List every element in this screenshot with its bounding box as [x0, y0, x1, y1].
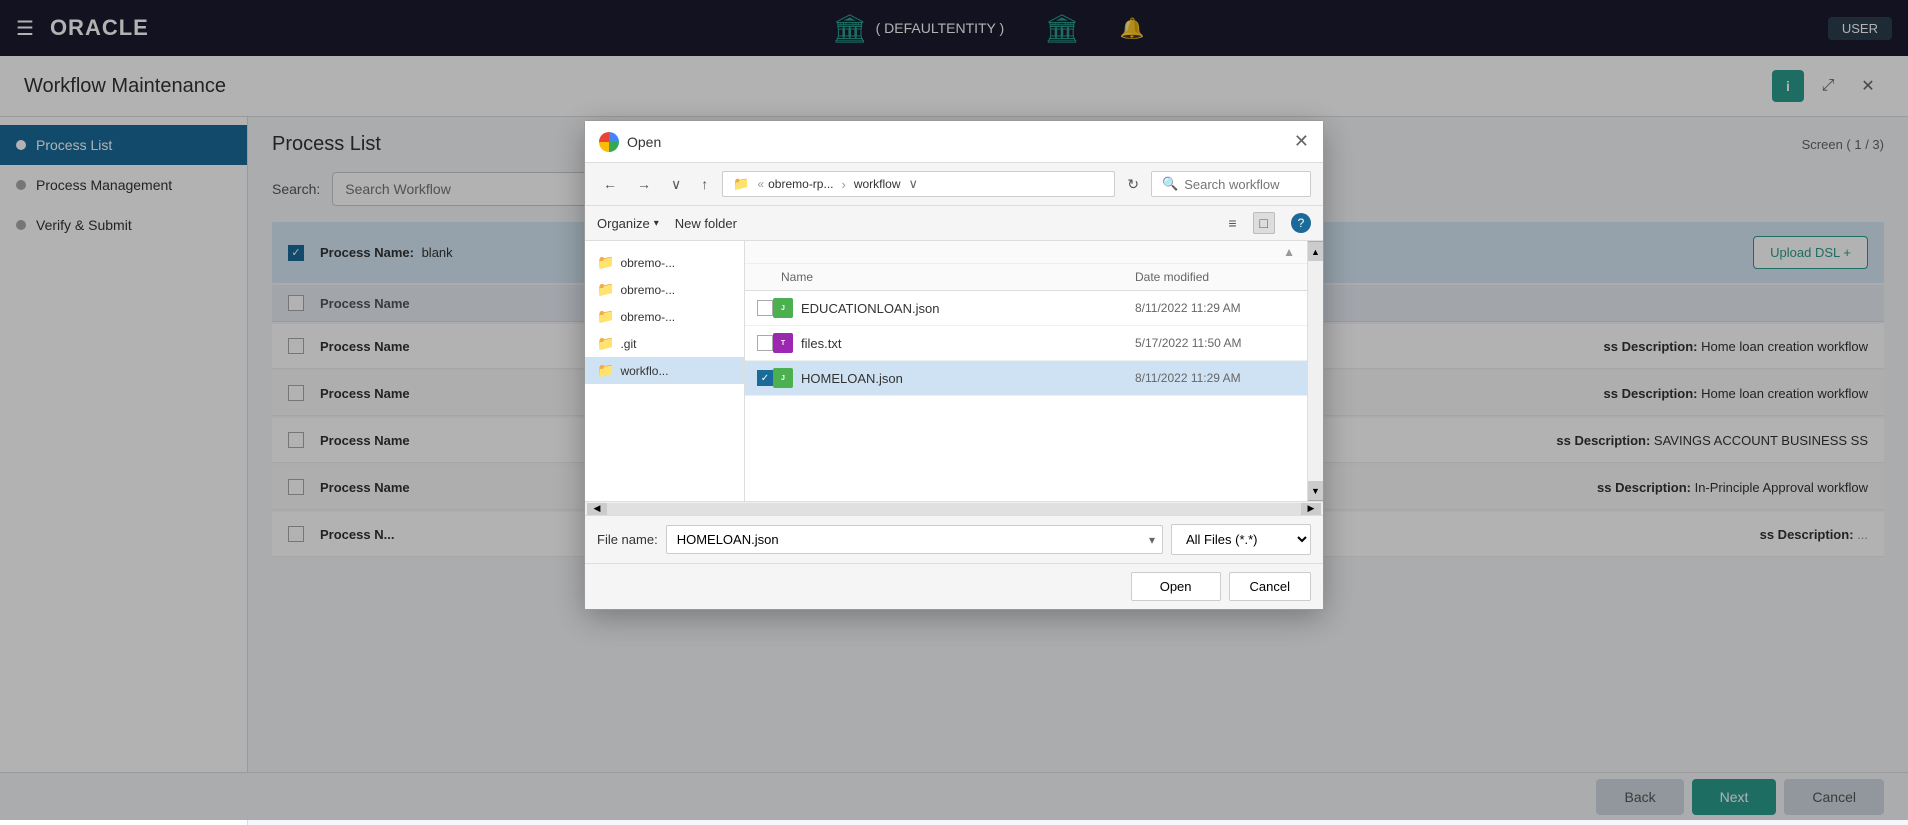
dialog-titlebar: Open ✕ — [585, 121, 1323, 163]
list-view-button[interactable]: ≡ — [1228, 215, 1236, 231]
tree-label-workflow: workflo... — [620, 364, 668, 378]
scroll-up-btn[interactable]: ▲ — [1308, 241, 1323, 261]
folder-icon-workflow: 📁 — [597, 362, 614, 379]
dialog-search-input[interactable] — [1184, 177, 1284, 192]
path-folder-icon: 📁 — [733, 176, 749, 192]
tree-item-1[interactable]: 📁 obremo-... — [585, 249, 744, 276]
scroll-down-btn[interactable]: ▼ — [1308, 481, 1323, 501]
file-open-dialog: Open ✕ ← → ∨ ↑ 📁 « obremo-rp... › workfl… — [584, 120, 1324, 610]
tree-label-3: obremo-... — [620, 310, 675, 324]
dialog-actions: Open Cancel — [585, 563, 1323, 609]
file-row-2[interactable]: T files.txt 5/17/2022 11:50 AM — [745, 326, 1307, 361]
tree-item-2[interactable]: 📁 obremo-... — [585, 276, 744, 303]
vertical-scrollbar[interactable]: ▲ ▼ — [1307, 241, 1323, 501]
dropdown-arrow-button[interactable]: ∨ — [665, 172, 687, 197]
file-name-2: files.txt — [801, 336, 1135, 351]
tree-item-3[interactable]: 📁 obremo-... — [585, 303, 744, 330]
file-row-1[interactable]: J EDUCATIONLOAN.json 8/11/2022 11:29 AM — [745, 291, 1307, 326]
filename-label: File name: — [597, 532, 658, 547]
open-button[interactable]: Open — [1131, 572, 1221, 601]
chrome-icon — [599, 132, 619, 152]
tree-label-2: obremo-... — [620, 283, 675, 297]
scroll-left-btn[interactable]: ◀ — [587, 503, 607, 515]
refresh-button[interactable]: ↻ — [1123, 172, 1143, 197]
path-breadcrumb-2: obremo-rp... — [768, 177, 833, 191]
file-checkbox-1[interactable] — [757, 300, 773, 316]
dialog-footer: File name: ▾ All Files (*.*) — [585, 515, 1323, 563]
tree-label-1: obremo-... — [620, 256, 675, 270]
folder-icon-1: 📁 — [597, 254, 614, 271]
tree-label-git: .git — [620, 337, 636, 351]
file-date-1: 8/11/2022 11:29 AM — [1135, 301, 1295, 315]
file-row-3[interactable]: ✓ J HOMELOAN.json 8/11/2022 11:29 AM — [745, 361, 1307, 396]
dialog-search-box[interactable]: 🔍 — [1151, 171, 1311, 197]
sort-arrow-up: ▲ — [1283, 245, 1295, 259]
detail-view-button[interactable]: □ — [1253, 212, 1275, 234]
tree-item-workflow[interactable]: 📁 workflo... — [585, 357, 744, 384]
file-name-1: EDUCATIONLOAN.json — [801, 301, 1135, 316]
horizontal-scrollbar[interactable]: ◀ ▶ — [585, 501, 1323, 515]
dialog-actions-toolbar: Organize ▾ New folder ≡ □ ? — [585, 206, 1323, 241]
filename-input[interactable] — [666, 525, 1163, 554]
col-name-header[interactable]: Name — [781, 270, 1135, 284]
file-list-header: Name Date modified — [745, 264, 1307, 291]
back-arrow-button[interactable]: ← — [597, 172, 623, 196]
help-button[interactable]: ? — [1291, 213, 1311, 233]
col-date-header: Date modified — [1135, 270, 1295, 284]
folder-tree: 📁 obremo-... 📁 obremo-... 📁 obremo-... 📁… — [585, 241, 745, 501]
dialog-cancel-button[interactable]: Cancel — [1229, 572, 1311, 601]
organize-button[interactable]: Organize ▾ — [597, 216, 659, 231]
file-list-area: ▲ Name Date modified J EDUCATIONLOAN.jso… — [745, 241, 1307, 501]
scroll-right-btn[interactable]: ▶ — [1301, 503, 1321, 515]
json-icon-1: J — [773, 298, 793, 318]
folder-icon-git: 📁 — [597, 335, 614, 352]
forward-arrow-button[interactable]: → — [631, 172, 657, 196]
file-checkbox-3[interactable]: ✓ — [757, 370, 773, 386]
filetype-select[interactable]: All Files (*.*) — [1171, 524, 1311, 555]
path-breadcrumb-3: workflow — [854, 177, 901, 191]
file-date-3: 8/11/2022 11:29 AM — [1135, 371, 1295, 385]
path-dropdown-btn[interactable]: ∨ — [909, 176, 919, 192]
txt-icon-1: T — [773, 333, 793, 353]
dialog-close-button[interactable]: ✕ — [1294, 131, 1309, 152]
filename-dropdown-btn[interactable]: ▾ — [1149, 533, 1155, 547]
path-bar[interactable]: 📁 « obremo-rp... › workflow ∨ — [722, 171, 1115, 197]
new-folder-button[interactable]: New folder — [675, 216, 737, 231]
file-checkbox-2[interactable] — [757, 335, 773, 351]
path-breadcrumb-1: « — [757, 177, 764, 191]
folder-icon-3: 📁 — [597, 308, 614, 325]
json-icon-2: J — [773, 368, 793, 388]
path-separator: › — [841, 177, 845, 192]
folder-icon-2: 📁 — [597, 281, 614, 298]
dialog-body: 📁 obremo-... 📁 obremo-... 📁 obremo-... 📁… — [585, 241, 1323, 501]
dialog-overlay: Open ✕ ← → ∨ ↑ 📁 « obremo-rp... › workfl… — [0, 0, 1908, 820]
file-name-3: HOMELOAN.json — [801, 371, 1135, 386]
file-date-2: 5/17/2022 11:50 AM — [1135, 336, 1295, 350]
dialog-title: Open — [599, 132, 661, 152]
tree-item-git[interactable]: 📁 .git — [585, 330, 744, 357]
dialog-toolbar: ← → ∨ ↑ 📁 « obremo-rp... › workflow ∨ ↻ … — [585, 163, 1323, 206]
dialog-title-text: Open — [627, 134, 661, 150]
up-arrow-button[interactable]: ↑ — [695, 172, 714, 196]
search-icon: 🔍 — [1162, 176, 1178, 192]
